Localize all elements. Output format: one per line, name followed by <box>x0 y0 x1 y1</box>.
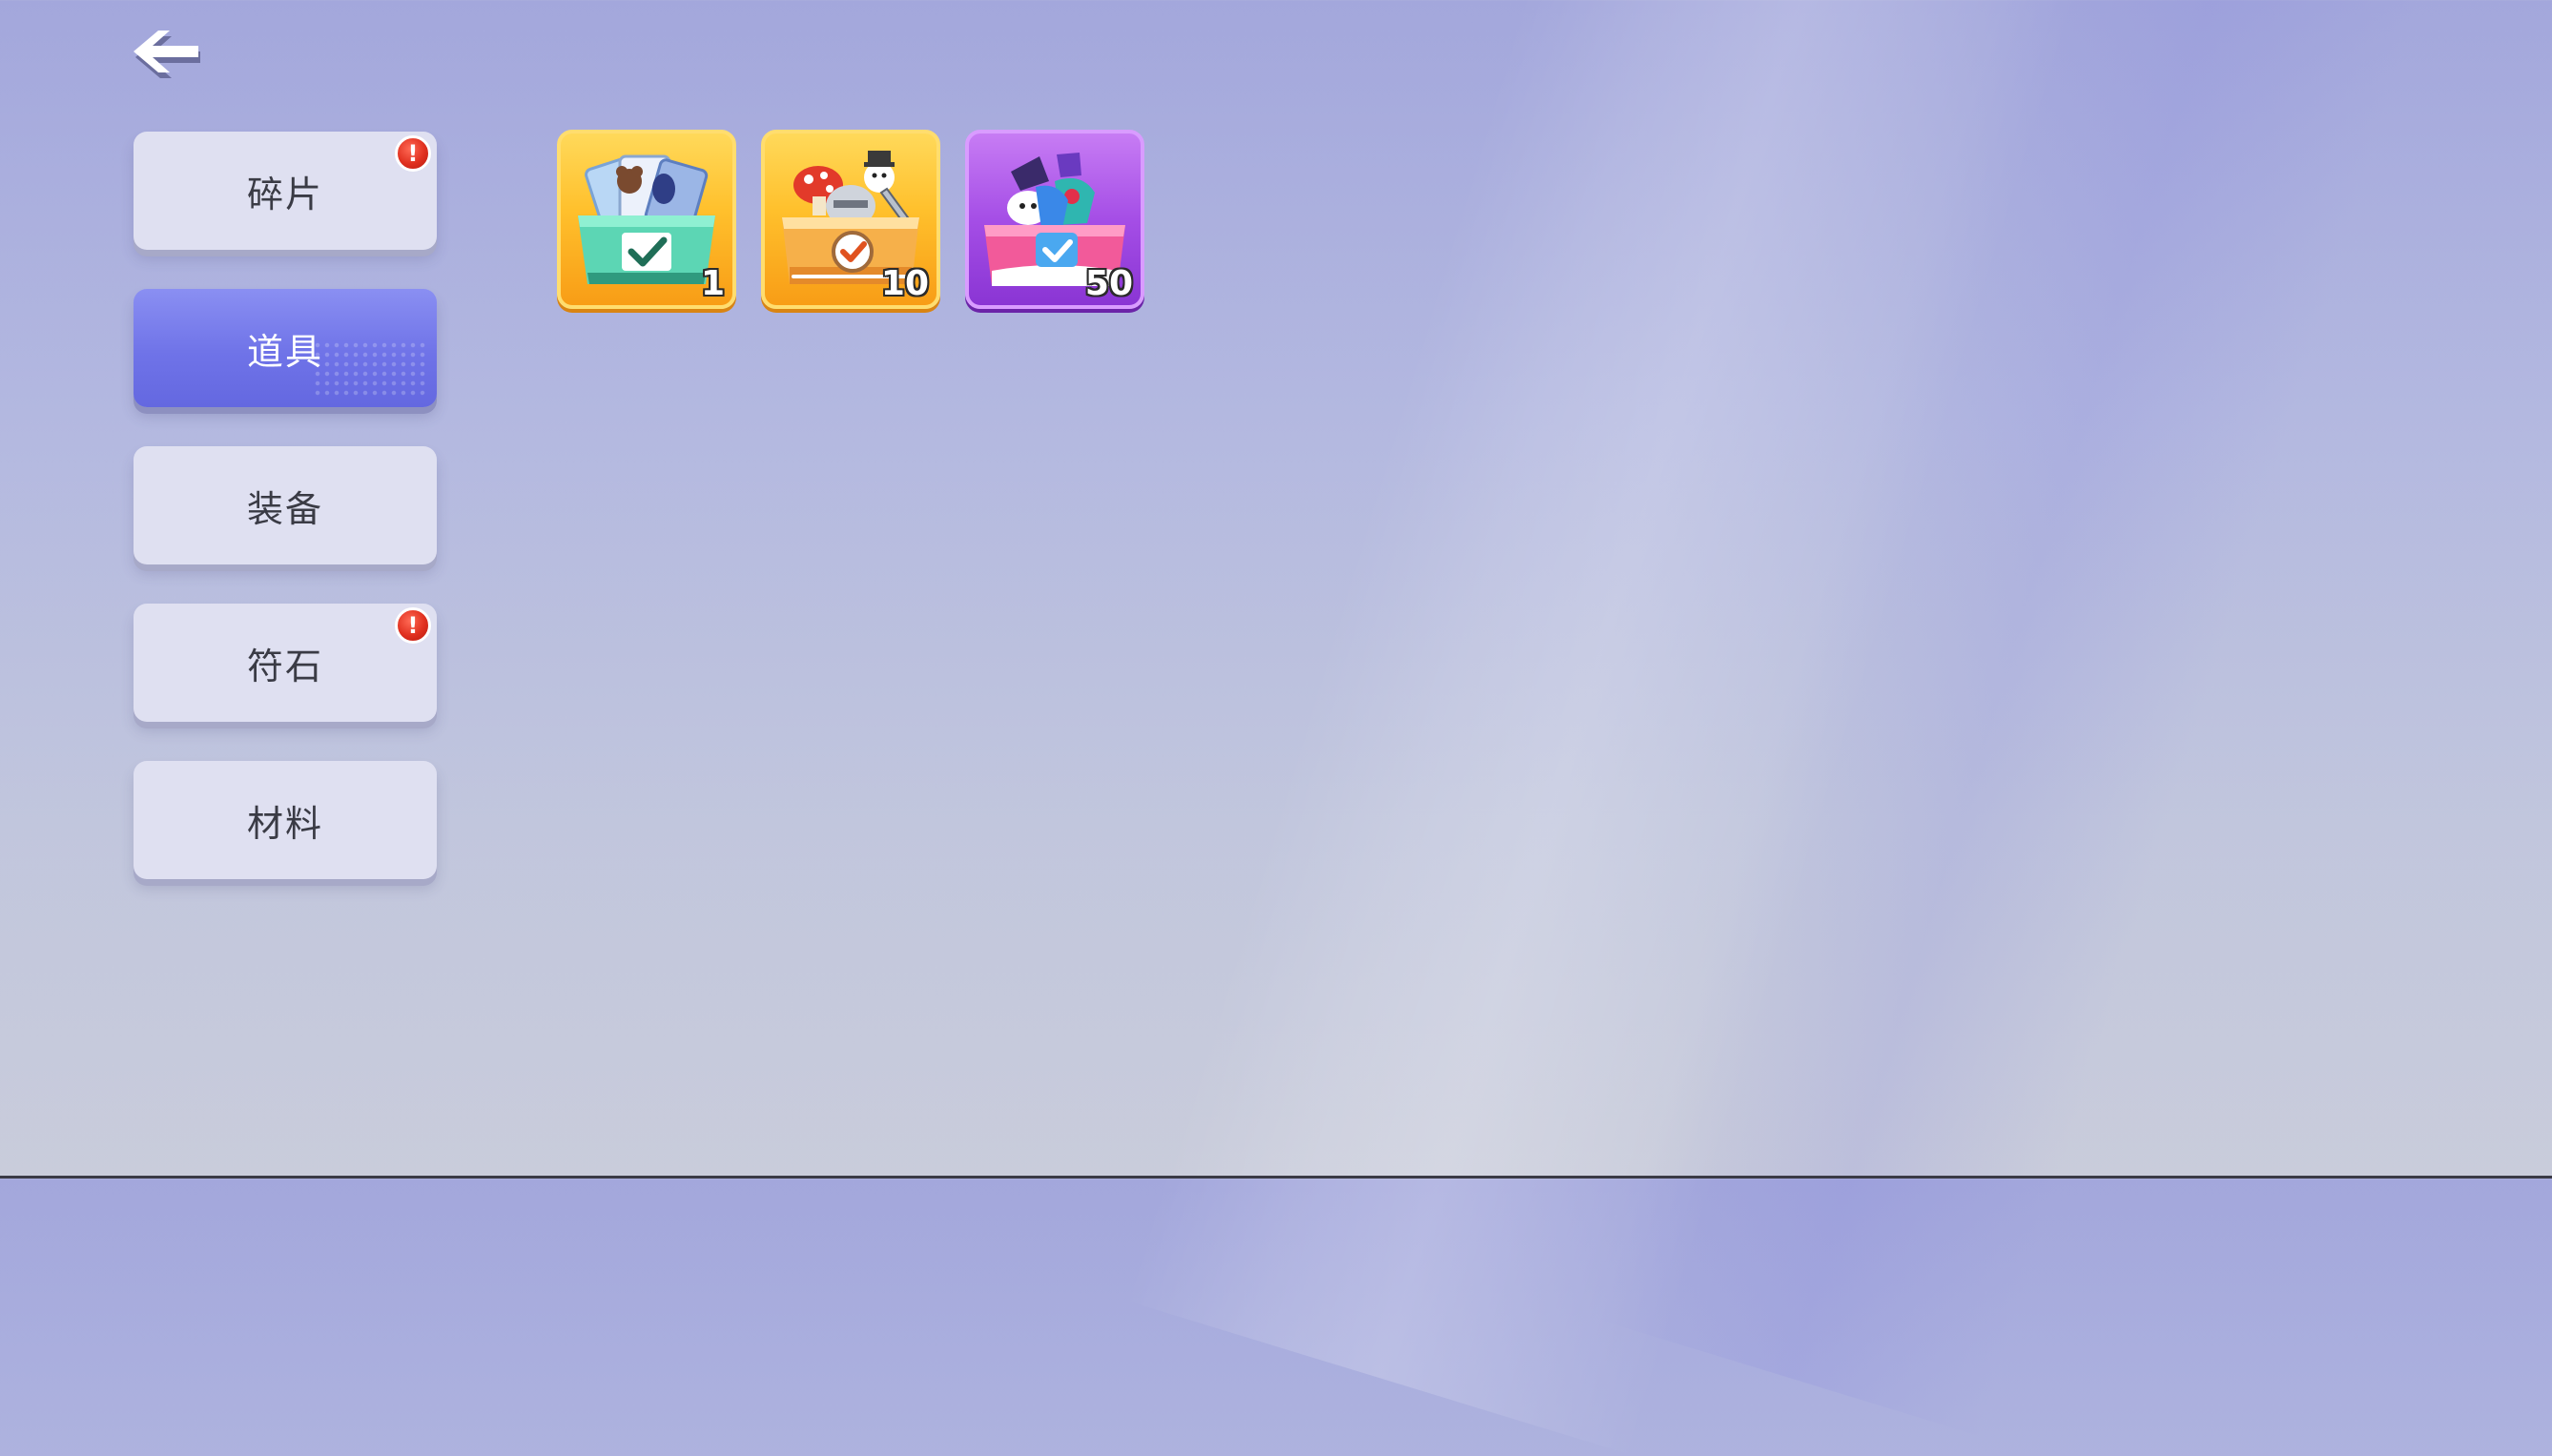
tab-equipment[interactable]: 装备 <box>134 446 437 564</box>
item-slot[interactable]: 1 <box>557 130 736 309</box>
item-count: 50 <box>1084 264 1133 303</box>
tab-items[interactable]: 道具 <box>134 289 437 407</box>
background-light-streak <box>1123 0 2081 1456</box>
tab-label: 材料 <box>246 802 323 845</box>
alert-badge-icon: ! <box>395 135 431 172</box>
item-count: 10 <box>880 264 929 303</box>
tab-materials[interactable]: 材料 <box>134 761 437 879</box>
item-slot[interactable]: 50 <box>965 130 1144 309</box>
tab-fragments[interactable]: 碎片 ! <box>134 132 437 250</box>
background-shadow-streak <box>1597 0 2427 1437</box>
tab-label: 碎片 <box>246 173 323 215</box>
tab-runes[interactable]: 符石 ! <box>134 604 437 722</box>
item-slot[interactable]: 10 <box>761 130 940 309</box>
tab-label: 符石 <box>246 645 323 687</box>
back-arrow-icon <box>134 31 200 78</box>
tab-label: 装备 <box>246 487 323 530</box>
item-count: 1 <box>700 264 725 303</box>
category-sidebar: 碎片 ! 道具 装备 符石 ! 材料 <box>134 132 437 918</box>
alert-badge-icon: ! <box>395 607 431 644</box>
back-button[interactable] <box>130 25 202 80</box>
item-grid: 1 10 50 <box>557 130 1144 309</box>
tab-label: 道具 <box>246 330 323 373</box>
